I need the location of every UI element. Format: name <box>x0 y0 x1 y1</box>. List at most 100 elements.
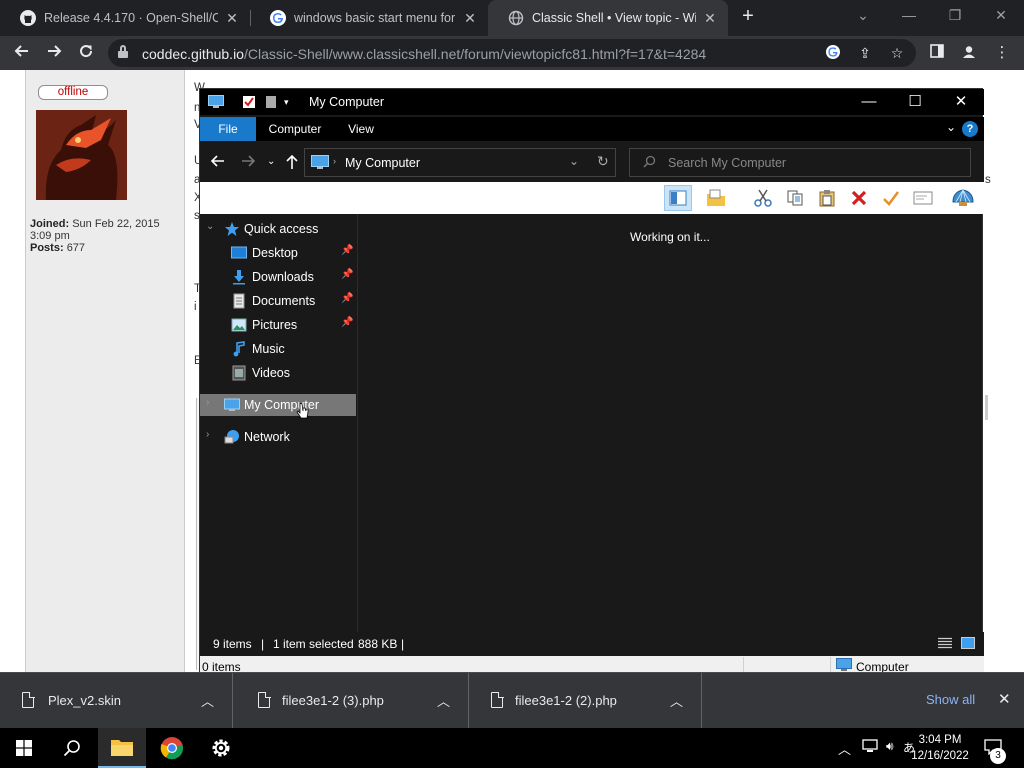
chevron-up-icon[interactable]: ︿ <box>670 691 683 710</box>
navigation-pane-button[interactable] <box>664 185 692 211</box>
forward-button[interactable] <box>240 154 256 172</box>
nav-music[interactable]: Music <box>200 338 356 360</box>
folder-options-button[interactable] <box>702 185 730 211</box>
pin-icon[interactable]: 📌 <box>341 293 353 304</box>
new-folder-icon[interactable] <box>264 95 278 109</box>
properties-check-icon[interactable] <box>877 185 905 211</box>
post-text-fragment: s <box>985 174 991 186</box>
google-lens-icon[interactable] <box>824 44 842 62</box>
minimize-button[interactable]: — <box>846 89 892 115</box>
tab-classic-shell-forum[interactable]: Classic Shell • View topic - Windo ✕ <box>488 0 728 36</box>
chevron-right-icon[interactable]: › <box>206 397 209 408</box>
tab-file[interactable]: File <box>200 117 256 141</box>
nav-quick-access[interactable]: ⌄ Quick access <box>200 218 356 240</box>
chevron-up-icon[interactable]: ︿ <box>201 691 214 710</box>
search-button[interactable] <box>48 728 96 768</box>
share-icon[interactable]: ⇪ <box>856 44 874 62</box>
chevron-up-icon[interactable]: ︿ <box>437 691 450 710</box>
tab-search-icon[interactable]: ⌄ <box>840 0 886 32</box>
chevron-down-icon[interactable]: ⌄ <box>206 221 214 232</box>
copy-icon[interactable] <box>781 185 809 211</box>
post-profile: offline Joined: Sun Feb 22, 2015 3:09 pm… <box>25 70 185 672</box>
pin-icon[interactable]: 📌 <box>341 317 353 328</box>
search-box[interactable] <box>629 148 971 177</box>
paste-icon[interactable] <box>813 185 841 211</box>
reload-button[interactable] <box>75 42 97 64</box>
delete-icon[interactable] <box>845 185 873 211</box>
nav-pictures[interactable]: Pictures 📌 <box>200 314 356 336</box>
avatar[interactable] <box>36 110 127 200</box>
pin-icon[interactable]: 📌 <box>341 245 353 256</box>
nav-downloads[interactable]: Downloads 📌 <box>200 266 356 288</box>
settings-taskbar-button[interactable] <box>197 728 245 768</box>
cut-icon[interactable] <box>749 185 777 211</box>
help-icon[interactable]: ? <box>962 121 978 137</box>
expand-ribbon-icon[interactable]: ⌄ <box>946 120 956 134</box>
bookmark-star-icon[interactable]: ☆ <box>888 44 906 62</box>
back-button[interactable] <box>210 154 226 172</box>
recent-locations-icon[interactable]: ⌄ <box>267 156 275 167</box>
computer-icon <box>311 155 329 174</box>
file-list-area[interactable]: Working on it... <box>359 214 982 632</box>
email-icon[interactable] <box>909 185 937 211</box>
download-item[interactable]: filee3e1-2 (3).php ︿ <box>236 673 469 729</box>
tab-github-release[interactable]: Release 4.4.170 · Open-Shell/Ope ✕ <box>0 0 250 36</box>
tab-google-search[interactable]: windows basic start menu for op ✕ <box>250 0 488 36</box>
show-all-downloads-link[interactable]: Show all <box>926 692 975 707</box>
classic-shell-icon[interactable] <box>949 185 977 211</box>
nav-network[interactable]: › Network <box>200 426 356 448</box>
show-hidden-icons[interactable]: ︿ <box>838 739 851 758</box>
browser-tab-strip: Release 4.4.170 · Open-Shell/Ope ✕ windo… <box>0 0 1024 36</box>
network-tray-icon[interactable] <box>862 739 878 756</box>
forward-button[interactable] <box>43 42 65 64</box>
pane-icon <box>669 190 687 206</box>
nav-my-computer[interactable]: › My Computer <box>200 394 356 419</box>
start-button[interactable] <box>0 728 48 768</box>
customize-qat-icon[interactable]: ▾ <box>284 95 298 109</box>
nav-documents[interactable]: Documents 📌 <box>200 290 356 312</box>
chrome-icon <box>160 737 184 760</box>
address-bar[interactable]: coddec.github.io/Classic-Shell/www.class… <box>108 39 916 67</box>
tab-computer[interactable]: Computer <box>260 117 330 141</box>
arrow-left-icon <box>14 45 28 57</box>
download-item[interactable]: filee3e1-2 (2).php ︿ <box>469 673 702 729</box>
explorer-title-bar[interactable]: ▾ My Computer — ☐ ✕ <box>200 89 984 115</box>
refresh-icon[interactable]: ↻ <box>597 153 609 170</box>
profile-avatar-icon[interactable] <box>959 43 979 63</box>
nav-label: Network <box>244 430 290 444</box>
pin-icon[interactable]: 📌 <box>341 269 353 280</box>
up-button[interactable] <box>285 154 299 174</box>
close-window-button[interactable]: ✕ <box>938 89 984 115</box>
address-dropdown-icon[interactable]: ⌄ <box>569 154 579 168</box>
file-explorer-taskbar-button[interactable] <box>98 728 146 768</box>
search-input[interactable] <box>668 154 958 172</box>
close-tab-icon[interactable]: ✕ <box>224 10 240 27</box>
properties-icon[interactable] <box>242 95 256 109</box>
maximize-button[interactable]: ☐ <box>892 89 938 115</box>
close-window-button[interactable]: ✕ <box>978 0 1024 32</box>
chrome-taskbar-button[interactable] <box>148 728 196 768</box>
nav-videos[interactable]: Videos <box>200 362 356 384</box>
details-view-icon[interactable] <box>938 637 952 649</box>
minimize-button[interactable]: — <box>886 0 932 32</box>
nav-desktop[interactable]: Desktop 📌 <box>200 242 356 264</box>
volume-icon[interactable]: 🔊︎ <box>886 739 894 754</box>
tab-view[interactable]: View <box>336 117 386 141</box>
system-clock[interactable]: 3:04 PM 12/16/2022 <box>910 732 970 764</box>
close-tab-icon[interactable]: ✕ <box>702 10 718 27</box>
options-dropdown-icon[interactable]: ▾ <box>730 185 744 211</box>
back-button[interactable] <box>11 42 33 64</box>
download-item[interactable]: Plex_v2.skin ︿ <box>0 673 233 729</box>
breadcrumb-separator-icon[interactable]: › <box>333 156 336 166</box>
address-box[interactable]: › My Computer ⌄ ↻ <box>304 148 616 177</box>
large-icons-view-icon[interactable] <box>961 637 975 649</box>
new-tab-button[interactable]: + <box>738 6 758 28</box>
restore-button[interactable]: ❐ <box>932 0 978 32</box>
close-downloads-icon[interactable]: ✕ <box>998 690 1011 708</box>
chrome-menu-icon[interactable]: ⋮ <box>992 43 1012 63</box>
close-tab-icon[interactable]: ✕ <box>462 10 478 27</box>
side-panel-icon[interactable] <box>927 43 947 63</box>
tab-title: Classic Shell • View topic - Windo <box>532 11 696 25</box>
nav-label: Desktop <box>252 246 298 260</box>
chevron-right-icon[interactable]: › <box>206 429 209 440</box>
